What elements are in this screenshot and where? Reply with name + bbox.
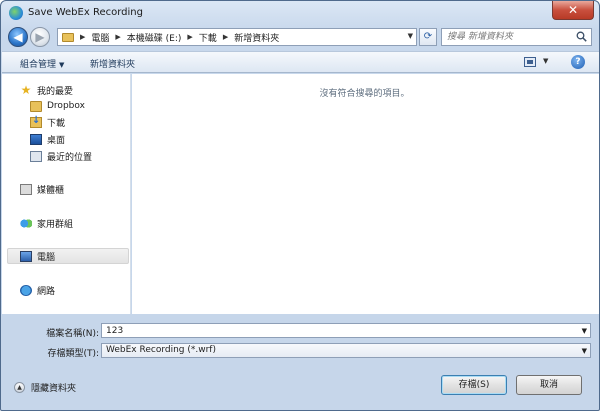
refresh-button[interactable]: ⟳ bbox=[419, 28, 437, 46]
chevron-right-icon[interactable]: ▶ bbox=[223, 33, 228, 41]
sidebar-item-network[interactable]: 網路 bbox=[20, 282, 55, 298]
downloads-folder-icon bbox=[30, 115, 42, 128]
chevron-down-icon[interactable]: ▼ bbox=[408, 32, 413, 40]
star-icon: ★ bbox=[20, 82, 32, 97]
close-button[interactable]: ✕ bbox=[552, 1, 594, 20]
sidebar-item-homegroup[interactable]: 家用群組 bbox=[20, 215, 73, 231]
forward-arrow-icon: ▶ bbox=[35, 30, 45, 44]
breadcrumb-local-disk[interactable]: 本機磁碟 (E:) bbox=[127, 31, 182, 44]
breadcrumb-new-folder[interactable]: 新增資料夾 bbox=[234, 31, 279, 44]
sidebar-item-label: 我的最愛 bbox=[37, 86, 74, 97]
filetype-value: WebEx Recording (*.wrf) bbox=[106, 345, 216, 355]
save-dialog: Save WebEx Recording ✕ ◀ ▶ ▶ 電腦 ▶ 本機磁碟 (… bbox=[0, 0, 600, 411]
sidebar-item-downloads[interactable]: 下載 bbox=[30, 114, 65, 130]
breadcrumb-computer[interactable]: 電腦 bbox=[91, 31, 109, 44]
chevron-right-icon[interactable]: ▶ bbox=[187, 33, 192, 41]
chevron-down-icon[interactable]: ▼ bbox=[543, 57, 548, 65]
title-bar[interactable]: Save WebEx Recording ✕ bbox=[1, 1, 599, 25]
help-icon[interactable]: ? bbox=[571, 55, 585, 69]
forward-button[interactable]: ▶ bbox=[30, 27, 50, 47]
filetype-select[interactable]: WebEx Recording (*.wrf) ▼ bbox=[101, 343, 591, 358]
homegroup-icon bbox=[20, 217, 32, 229]
chevron-down-icon: ▼ bbox=[59, 61, 65, 69]
search-box[interactable] bbox=[441, 28, 592, 46]
filename-field[interactable]: ▼ bbox=[101, 323, 591, 338]
hide-folders-toggle[interactable]: ▲ 隱藏資料夾 bbox=[14, 381, 76, 394]
cancel-button[interactable]: 取消 bbox=[516, 375, 582, 395]
sidebar-item-libraries[interactable]: 媒體櫃 bbox=[20, 181, 64, 197]
desktop-icon bbox=[30, 133, 42, 145]
view-options-icon[interactable] bbox=[524, 57, 536, 67]
empty-results-message: 沒有符合搜尋的項目。 bbox=[319, 89, 410, 99]
chevron-down-icon[interactable]: ▼ bbox=[582, 347, 587, 355]
refresh-icon: ⟳ bbox=[423, 31, 433, 42]
sidebar-item-label: 媒體櫃 bbox=[37, 185, 65, 196]
sidebar-item-label: 最近的位置 bbox=[47, 152, 93, 163]
address-bar[interactable]: ▶ 電腦 ▶ 本機磁碟 (E:) ▶ 下載 ▶ 新增資料夾 ▼ bbox=[57, 28, 417, 46]
chevron-down-icon[interactable]: ▼ bbox=[582, 327, 587, 335]
sidebar-item-favorites[interactable]: ★ 我的最愛 bbox=[20, 82, 73, 98]
filename-input[interactable] bbox=[102, 324, 572, 337]
organize-label: 組合管理 bbox=[20, 60, 57, 70]
folder-icon bbox=[30, 100, 42, 112]
computer-icon bbox=[20, 250, 32, 262]
hide-folders-label: 隱藏資料夾 bbox=[31, 384, 77, 394]
new-folder-button[interactable]: 新增資料夾 bbox=[90, 57, 135, 70]
sidebar-item-label: Dropbox bbox=[47, 101, 85, 111]
search-input[interactable] bbox=[442, 29, 572, 45]
search-icon[interactable] bbox=[576, 31, 587, 42]
network-icon bbox=[20, 284, 32, 296]
window-title: Save WebEx Recording bbox=[28, 7, 143, 18]
back-button[interactable]: ◀ bbox=[8, 27, 28, 47]
sidebar-item-computer[interactable]: 電腦 bbox=[7, 248, 129, 264]
filetype-label: 存檔類型(T): bbox=[47, 349, 99, 359]
sidebar-item-recent-places[interactable]: 最近的位置 bbox=[30, 148, 92, 164]
sidebar-item-dropbox[interactable]: Dropbox bbox=[30, 98, 85, 114]
command-toolbar: 組合管理 ▼ 新增資料夾 ▼ ? bbox=[2, 51, 599, 73]
navigation-pane: ★ 我的最愛 Dropbox 下載 桌面 最近的位置 媒體櫃 家用群組 bbox=[2, 74, 131, 314]
webex-app-icon bbox=[9, 6, 23, 20]
sidebar-item-label: 電腦 bbox=[37, 252, 56, 263]
sidebar-item-label: 網路 bbox=[37, 286, 56, 297]
chevron-right-icon[interactable]: ▶ bbox=[115, 33, 120, 41]
chevron-right-icon[interactable]: ▶ bbox=[80, 33, 85, 41]
libraries-icon bbox=[20, 183, 32, 195]
back-arrow-icon: ◀ bbox=[13, 30, 23, 44]
sidebar-item-desktop[interactable]: 桌面 bbox=[30, 131, 65, 147]
file-list-view[interactable]: 沒有符合搜尋的項目。 bbox=[132, 74, 599, 314]
organize-menu[interactable]: 組合管理 ▼ bbox=[20, 57, 64, 70]
sidebar-item-label: 桌面 bbox=[47, 135, 66, 146]
save-button[interactable]: 存檔(S) bbox=[441, 375, 507, 395]
folder-icon bbox=[62, 32, 74, 42]
filename-label: 檔案名稱(N): bbox=[46, 329, 99, 339]
sidebar-item-label: 下載 bbox=[47, 118, 66, 129]
chevron-up-icon: ▲ bbox=[14, 382, 25, 393]
recent-places-icon bbox=[30, 150, 42, 162]
breadcrumb-downloads[interactable]: 下載 bbox=[199, 31, 217, 44]
sidebar-item-label: 家用群組 bbox=[37, 219, 74, 230]
